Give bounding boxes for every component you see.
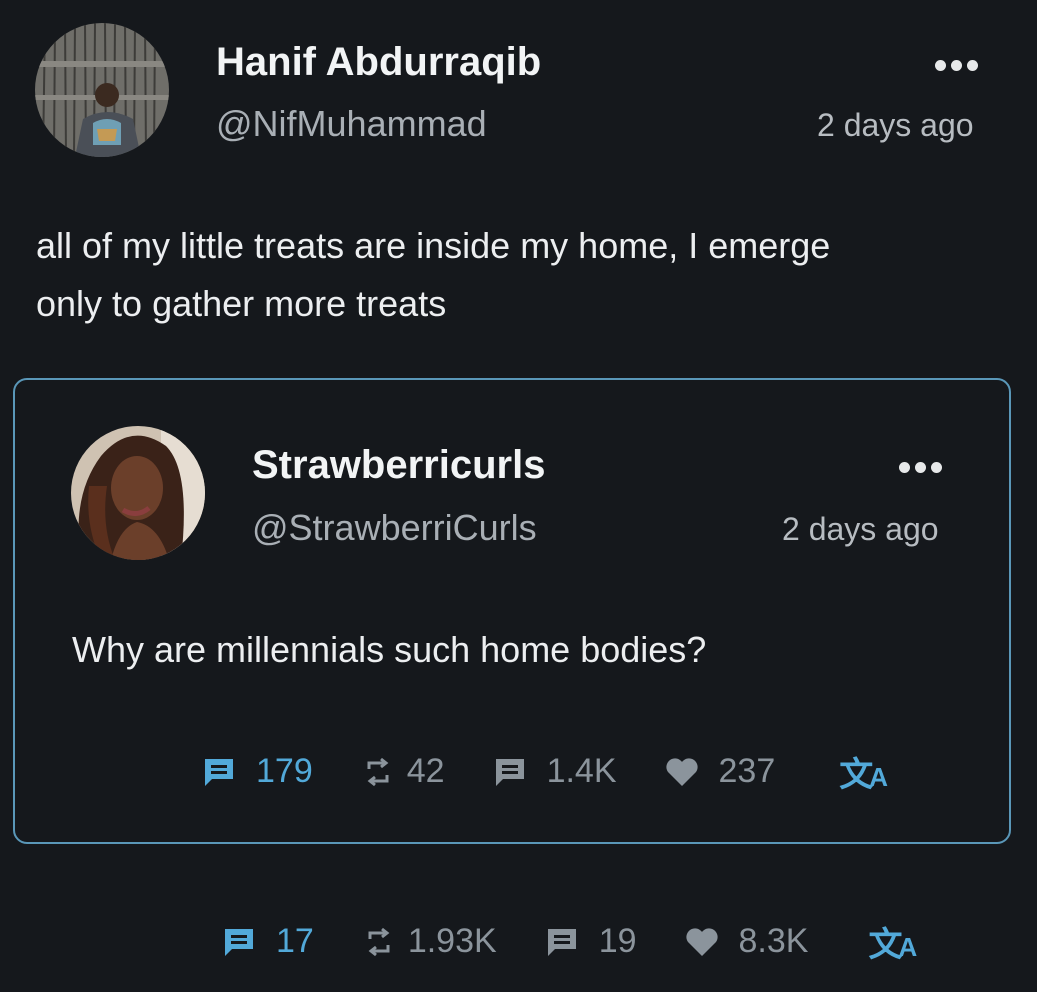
author-name[interactable]: Hanif Abdurraqib xyxy=(216,40,541,85)
post-actions: 17 1.93K 19 8.3K 文A xyxy=(222,917,917,966)
quoted-author-name[interactable]: Strawberricurls xyxy=(252,443,545,488)
quoted-author-avatar[interactable] xyxy=(71,426,205,560)
repost-icon xyxy=(368,927,390,956)
translate-icon[interactable]: 文A xyxy=(868,917,917,966)
comment-button[interactable]: 17 xyxy=(222,922,314,961)
quoted-repost-button[interactable]: 42 xyxy=(363,752,445,791)
like-count: 8.3K xyxy=(738,922,809,960)
quoted-like-button[interactable]: 237 xyxy=(665,752,776,791)
repost-count: 1.93K xyxy=(407,922,497,960)
post-text-line: all of my little treats are inside my ho… xyxy=(36,225,831,266)
quoted-repost-count: 42 xyxy=(406,752,445,790)
post-text-line: only to gather more treats xyxy=(36,283,447,324)
repost-button[interactable]: 1.93K xyxy=(364,922,497,961)
quote-count: 19 xyxy=(598,922,637,960)
comment-icon xyxy=(225,928,253,956)
quoted-comment-count: 179 xyxy=(256,752,313,790)
quoted-quote-count: 1.4K xyxy=(546,752,617,790)
main-post: Hanif Abdurraqib @NifMuhammad 2 days ago… xyxy=(0,0,1037,992)
comment-icon xyxy=(205,758,233,786)
quote-icon xyxy=(547,928,576,956)
quote-icon xyxy=(495,758,524,786)
quoted-post-actions: 179 42 1.4K 237 文A xyxy=(202,747,888,796)
author-avatar[interactable] xyxy=(35,23,169,157)
quoted-post-card[interactable]: Strawberricurls @StrawberriCurls 2 days … xyxy=(13,378,1011,844)
quoted-author-handle[interactable]: @StrawberriCurls xyxy=(252,507,537,549)
like-button[interactable]: 8.3K xyxy=(685,922,809,961)
quoted-quote-button[interactable]: 1.4K xyxy=(493,752,617,791)
quoted-like-count: 237 xyxy=(718,752,776,790)
more-dots-icon xyxy=(935,60,946,71)
translate-icon[interactable]: 文A xyxy=(839,747,888,796)
comment-count: 17 xyxy=(276,922,314,960)
quoted-comment-button[interactable]: 179 xyxy=(202,752,313,791)
more-options-button[interactable] xyxy=(935,60,978,71)
repost-icon xyxy=(367,757,389,786)
quoted-post-timestamp: 2 days ago xyxy=(782,511,939,547)
quote-button[interactable]: 19 xyxy=(545,922,637,961)
quoted-more-options-button[interactable] xyxy=(899,462,942,473)
quoted-post-text: Why are millennials such home bodies? xyxy=(72,629,707,670)
more-dots-icon xyxy=(899,462,910,473)
post-timestamp: 2 days ago xyxy=(817,107,974,143)
heart-icon xyxy=(665,757,698,786)
heart-icon xyxy=(685,927,718,956)
author-handle[interactable]: @NifMuhammad xyxy=(216,103,487,145)
post-text: all of my little treats are inside my ho… xyxy=(36,217,996,333)
